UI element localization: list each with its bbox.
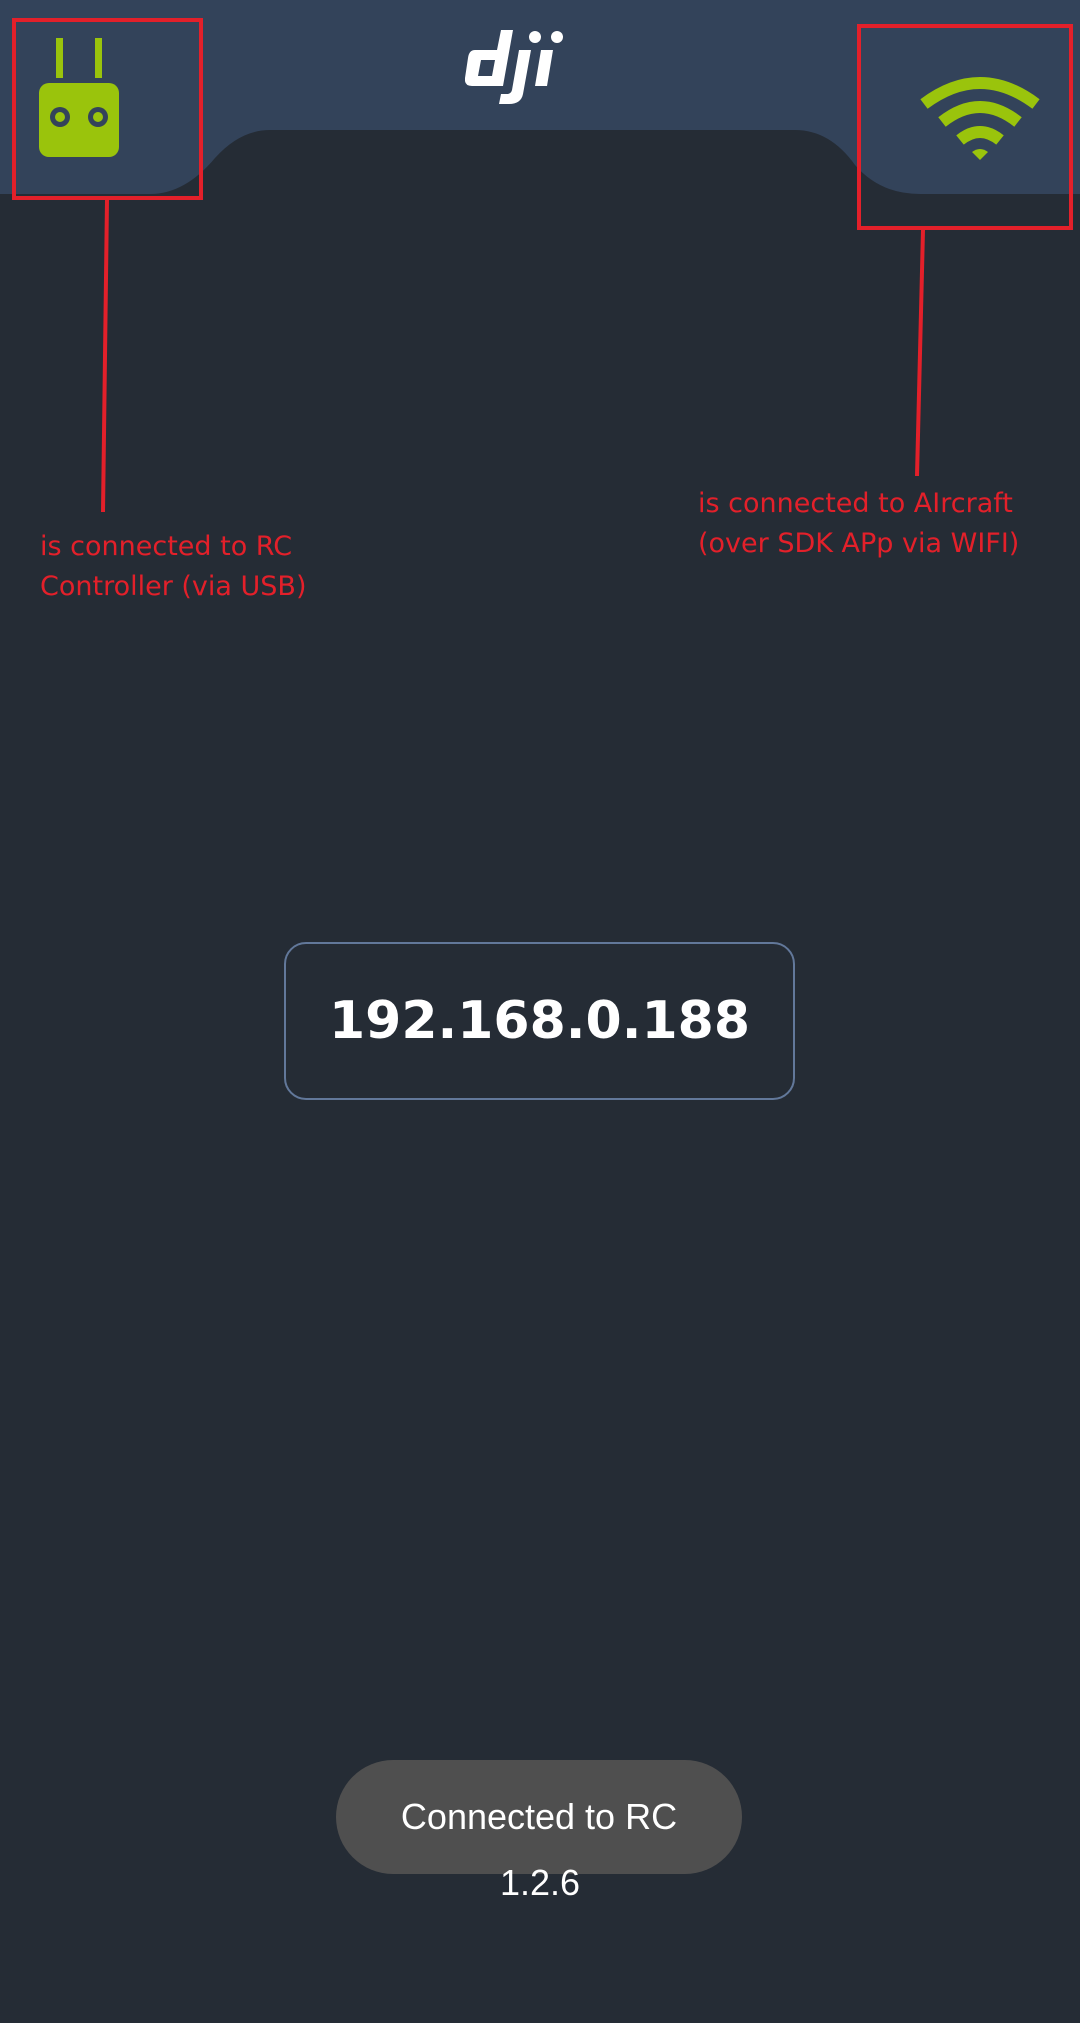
dji-logo-icon bbox=[464, 30, 563, 104]
ip-address-text: 192.168.0.188 bbox=[328, 991, 751, 1051]
wifi-annotation-box bbox=[857, 24, 1073, 230]
ip-address-display[interactable]: 192.168.0.188 bbox=[284, 942, 795, 1100]
toast-text: Connected to RC bbox=[400, 1796, 678, 1837]
app-version: 1.2.6 bbox=[499, 1862, 581, 1903]
aircraft-annotation-text: is connected to AIrcraft (over SDK APp v… bbox=[698, 488, 1020, 559]
dji-logo bbox=[464, 20, 615, 110]
rc-annotation-box bbox=[12, 18, 203, 200]
rc-annotation-text: is connected to RC Controller (via USB) bbox=[40, 531, 307, 602]
toast-message: Connected to RC bbox=[336, 1760, 742, 1874]
